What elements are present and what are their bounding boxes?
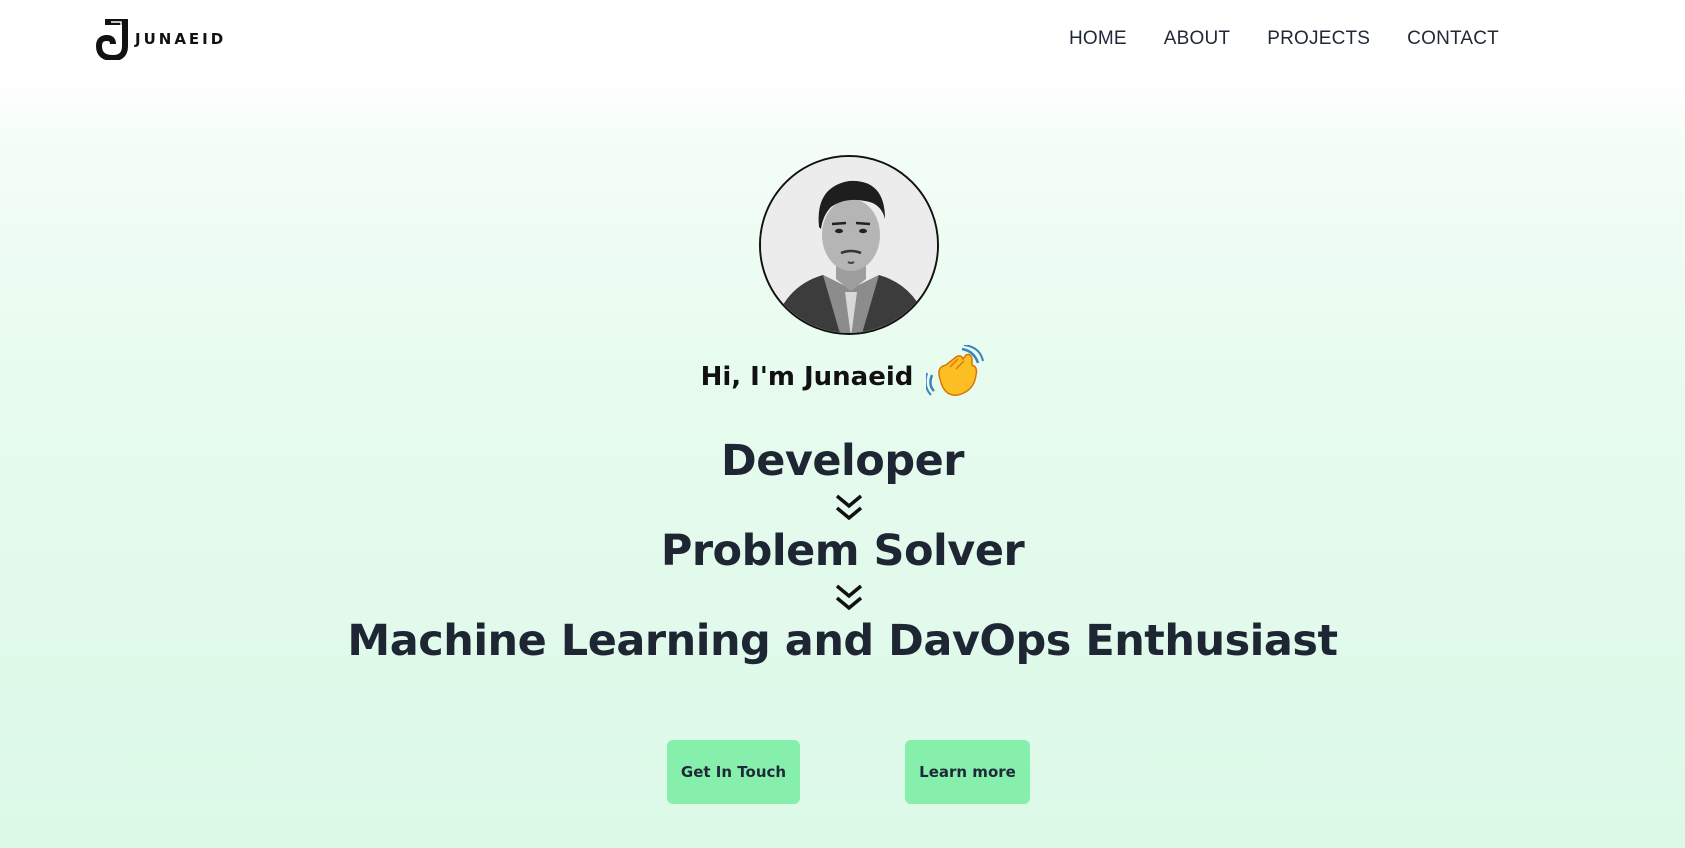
get-in-touch-button[interactable]: Get In Touch bbox=[667, 740, 800, 804]
learn-more-button[interactable]: Learn more bbox=[905, 740, 1030, 804]
nav-contact[interactable]: CONTACT bbox=[1407, 28, 1499, 50]
greeting: Hi, I'm Junaeid bbox=[0, 345, 1685, 399]
nav-menu: HOME ABOUT PROJECTS CONTACT bbox=[1069, 28, 1499, 50]
brand-name: JUNAEID bbox=[135, 30, 227, 48]
hero-section: Hi, I'm Junaeid Developer Problem Solver… bbox=[0, 0, 1685, 848]
nav-about[interactable]: ABOUT bbox=[1164, 28, 1230, 50]
logo[interactable]: JUNAEID bbox=[95, 18, 226, 60]
greeting-text: Hi, I'm Junaeid bbox=[700, 362, 914, 392]
double-chevron-down-icon bbox=[835, 584, 863, 611]
role-developer: Developer bbox=[721, 436, 964, 486]
navbar: JUNAEID HOME ABOUT PROJECTS CONTACT bbox=[0, 0, 1685, 78]
avatar bbox=[759, 155, 939, 335]
nav-projects[interactable]: PROJECTS bbox=[1267, 28, 1370, 50]
nav-home[interactable]: HOME bbox=[1069, 28, 1127, 50]
role-problem-solver: Problem Solver bbox=[660, 526, 1025, 576]
double-chevron-down-icon bbox=[835, 494, 863, 521]
j-monogram-icon bbox=[95, 19, 128, 60]
role-ml-devops: Machine Learning and DavOps Enthusiast bbox=[347, 616, 1338, 666]
waving-hand-icon bbox=[926, 345, 985, 396]
